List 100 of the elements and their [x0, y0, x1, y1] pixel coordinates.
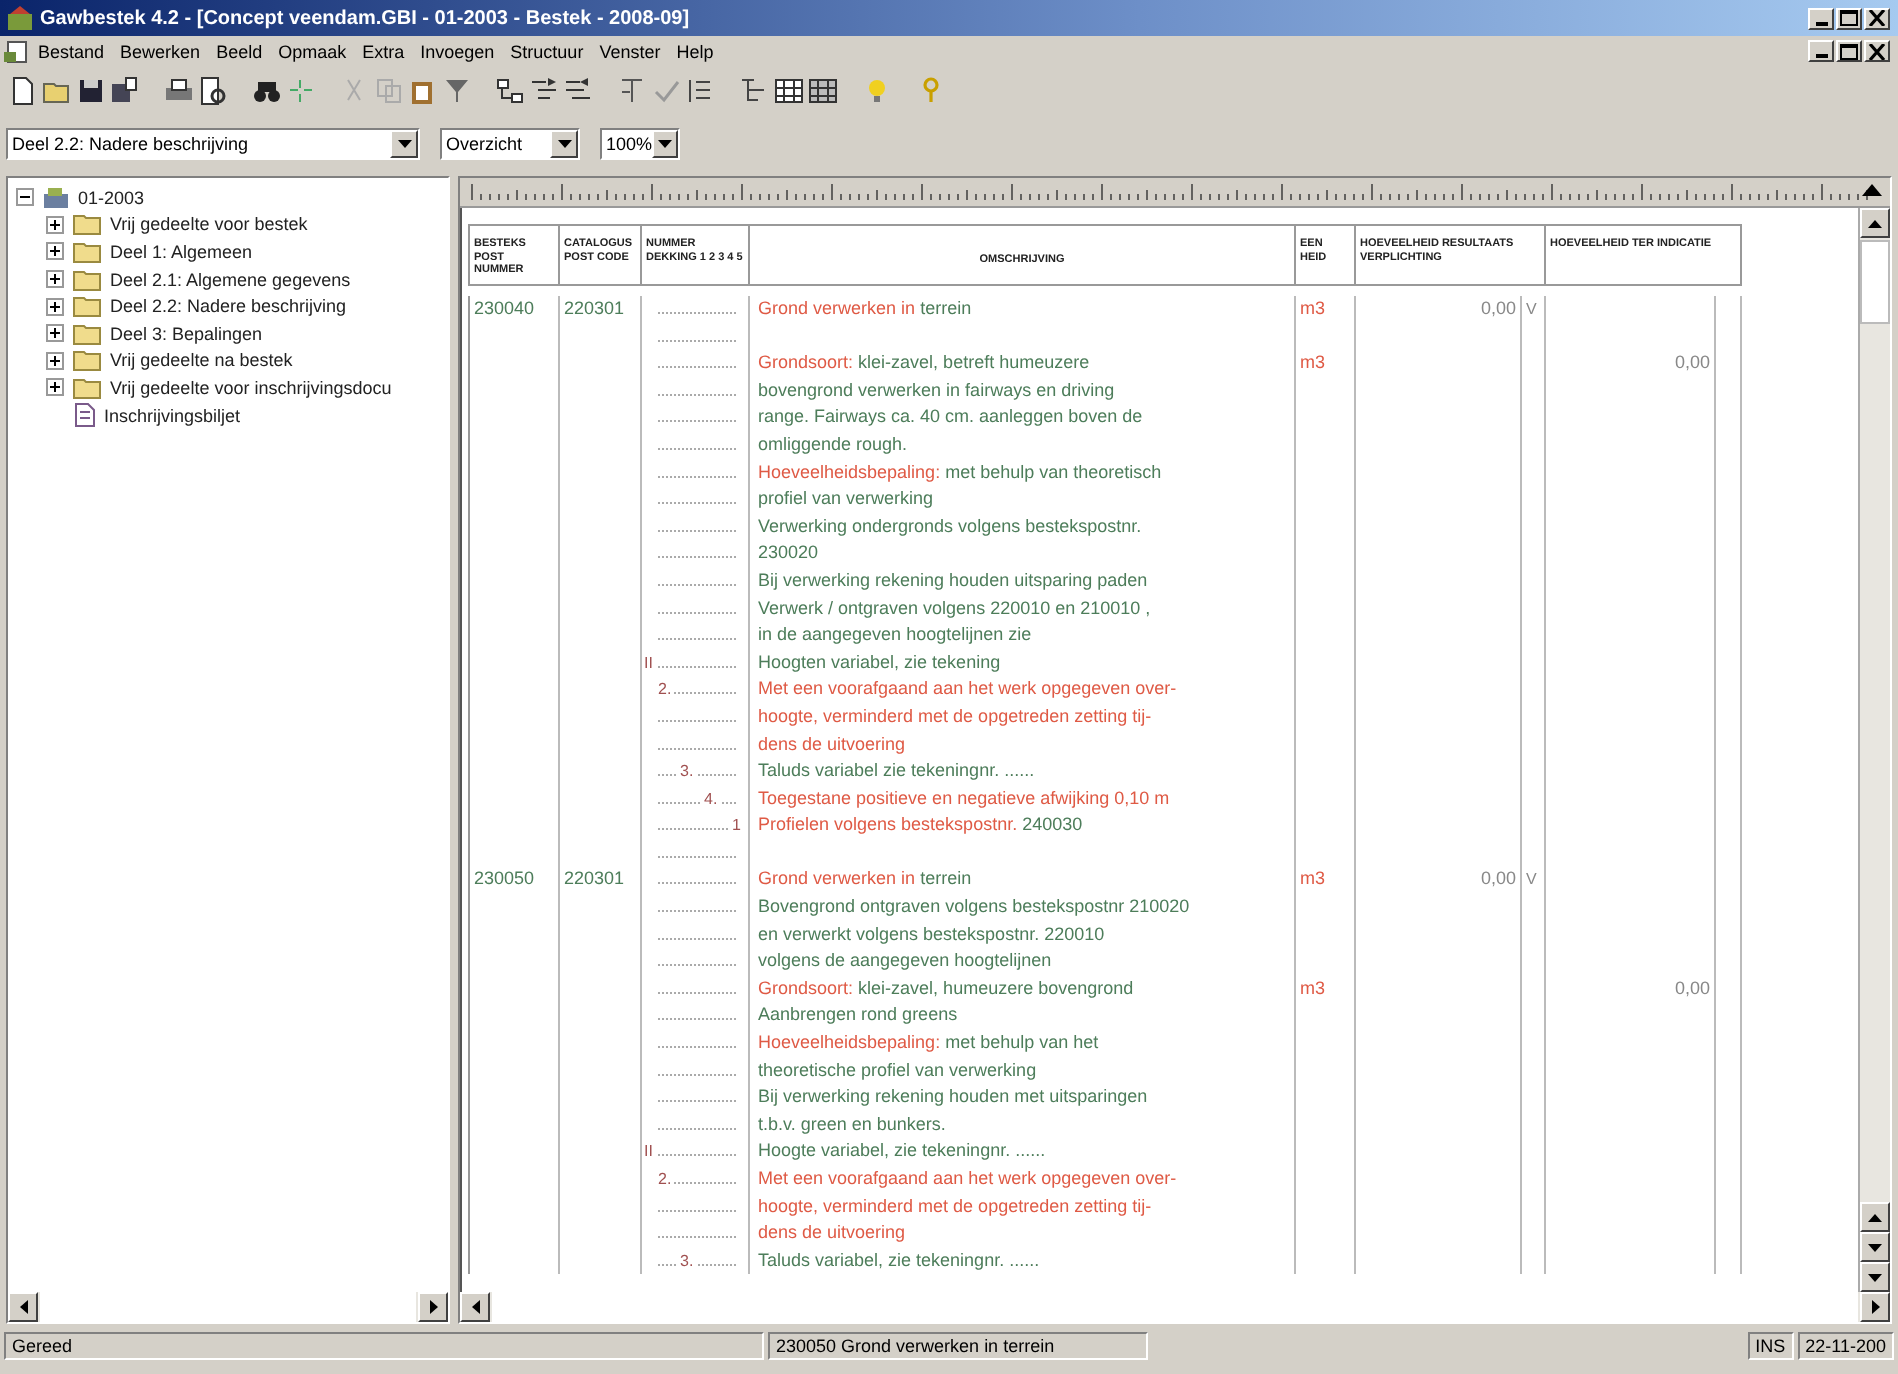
tree-structure-icon[interactable] — [496, 75, 526, 105]
tree-item[interactable]: Deel 2.1: Algemene gegevens — [110, 269, 351, 290]
checkmark-icon[interactable] — [652, 75, 682, 105]
scroll-left-icon — [19, 1300, 27, 1314]
document-icon[interactable] — [4, 39, 30, 63]
maximize-button[interactable] — [1836, 7, 1862, 29]
unit: m3 — [1300, 298, 1326, 318]
maximize-icon — [1840, 10, 1858, 26]
catalog-code: 220301 — [564, 868, 625, 889]
collapse-icon[interactable] — [16, 188, 34, 207]
dropdown-arrow-icon — [557, 140, 571, 148]
quantity: 0,00 — [1480, 868, 1516, 889]
save-icon[interactable] — [76, 75, 106, 105]
horizontal-scrollbar[interactable] — [460, 1292, 1890, 1322]
dotted-leader — [658, 910, 736, 913]
app-icon — [6, 4, 34, 32]
save-as-icon[interactable] — [110, 75, 140, 105]
tree-item[interactable]: Deel 2.2: Nadere beschrijving — [110, 296, 347, 317]
description-line: dens de uitvoering — [758, 1222, 906, 1243]
menu-item[interactable]: Opmaak — [270, 41, 355, 61]
description-line: hoogte, verminderd met de opgetreden zetting tij- — [758, 705, 1152, 726]
outdent-icon[interactable] — [564, 75, 594, 105]
menu-item[interactable]: Bewerken — [112, 41, 209, 61]
minimize-button[interactable] — [1808, 40, 1834, 62]
description-line: dens de uitvoering — [758, 733, 906, 753]
indent-icon[interactable] — [530, 75, 560, 105]
expand-icon[interactable] — [46, 351, 64, 370]
dropdown[interactable]: Overzicht — [440, 128, 580, 160]
expand-icon[interactable] — [46, 324, 64, 343]
expand-icon[interactable] — [46, 378, 64, 397]
description-line: Toegestane positieve en negatieve afwijking 0,10 m — [758, 787, 1170, 808]
scroll-right-icon — [1871, 1300, 1879, 1314]
menu-item[interactable]: Bestand — [30, 41, 113, 61]
dotted-leader — [658, 339, 736, 342]
scroll-right-icon — [429, 1300, 437, 1314]
funnel-icon[interactable] — [442, 75, 472, 105]
close-button[interactable] — [1864, 40, 1890, 62]
dotted-leader — [658, 611, 736, 614]
dropdown[interactable]: 100% — [600, 128, 680, 160]
description-line: Grond verwerken in terrein — [758, 868, 972, 889]
vertical-scrollbar[interactable] — [1858, 208, 1890, 1292]
description-line: in de aangegeven hoogtelijnen zie — [758, 624, 1032, 645]
description-line: Bovengrond ontgraven volgens bestekspostnr 210020 — [758, 896, 1190, 917]
tree-item[interactable]: Inschrijvingsbiljet — [104, 405, 241, 426]
menu-item[interactable]: Help — [668, 41, 722, 61]
maximize-button[interactable] — [1836, 40, 1862, 62]
print-preview-icon[interactable] — [198, 75, 228, 105]
menu-item[interactable]: Structuur — [502, 41, 592, 61]
tree-item[interactable]: 01-2003 — [78, 187, 145, 208]
tree-item[interactable]: Deel 3: Bepalingen — [110, 323, 263, 344]
close-icon — [1868, 43, 1886, 59]
new-document-icon[interactable] — [8, 75, 38, 105]
outline-icon[interactable] — [740, 75, 770, 105]
tree-item[interactable]: Vrij gedeelte voor inschrijvingsdocu — [110, 377, 392, 398]
unit: m3 — [1300, 868, 1326, 889]
description-line: range. Fairways ca. 40 cm. aanleggen boven de — [758, 406, 1143, 427]
description-line: Profielen volgens bestekspostnr. 240030 — [758, 814, 1083, 835]
status-message: Gereed — [4, 1331, 764, 1359]
tree-item[interactable]: Deel 1: Algemeen — [110, 241, 253, 262]
minimize-icon — [1815, 21, 1827, 25]
dotted-leader — [658, 312, 736, 314]
tree-item[interactable]: Vrij gedeelte voor bestek — [110, 214, 308, 235]
text-indent-icon[interactable] — [618, 75, 648, 105]
menu-item[interactable]: Invoegen — [412, 41, 503, 61]
list-icon[interactable] — [686, 75, 716, 105]
current-post: 230050 Grond verwerken in terrein — [768, 1331, 1148, 1359]
menu-item[interactable]: Extra — [354, 41, 413, 61]
document-icon — [72, 402, 96, 429]
dotted-leader — [658, 991, 736, 994]
expand-icon[interactable] — [46, 215, 64, 234]
page-down-icon — [1868, 1243, 1882, 1251]
description-line: Grondsoort: klei-zavel, humeuzere bovengrond — [758, 977, 1134, 998]
dotted-leader — [658, 1209, 736, 1212]
menu-item[interactable]: Venster — [591, 41, 669, 61]
scrollbar-thumb[interactable] — [1860, 240, 1890, 324]
dotted-leader — [658, 1100, 736, 1103]
print-icon[interactable] — [164, 75, 194, 105]
expand-icon[interactable] — [46, 242, 64, 261]
minimize-button[interactable] — [1808, 7, 1834, 29]
table-icon[interactable] — [774, 75, 804, 105]
close-icon — [1868, 10, 1886, 26]
dropdown[interactable]: Deel 2.2: Nadere beschrijving — [6, 128, 420, 160]
dotted-leader — [658, 1046, 736, 1049]
close-button[interactable] — [1864, 7, 1890, 29]
expand-icon[interactable] — [46, 297, 64, 316]
tree-item[interactable]: Vrij gedeelte na bestek — [110, 350, 293, 371]
dotted-leader — [658, 719, 736, 722]
folder-icon — [72, 212, 102, 237]
dotted-leader — [658, 747, 736, 749]
menu-item[interactable]: Beeld — [208, 41, 271, 61]
expand-icon[interactable] — [46, 270, 64, 289]
catalog-code: 220301 — [564, 298, 625, 318]
horizontal-scrollbar[interactable] — [8, 1292, 448, 1322]
folder-icon — [72, 321, 102, 346]
description-line: Met een voorafgaand aan het werk opgegeven over- — [758, 1168, 1177, 1188]
dotted-leader — [658, 1073, 736, 1076]
dotted-leader — [658, 638, 736, 641]
unit: m3 — [1300, 977, 1326, 998]
grid-icon[interactable] — [808, 75, 838, 105]
description-line: theoretische profiel van verwerking — [758, 1059, 1037, 1080]
